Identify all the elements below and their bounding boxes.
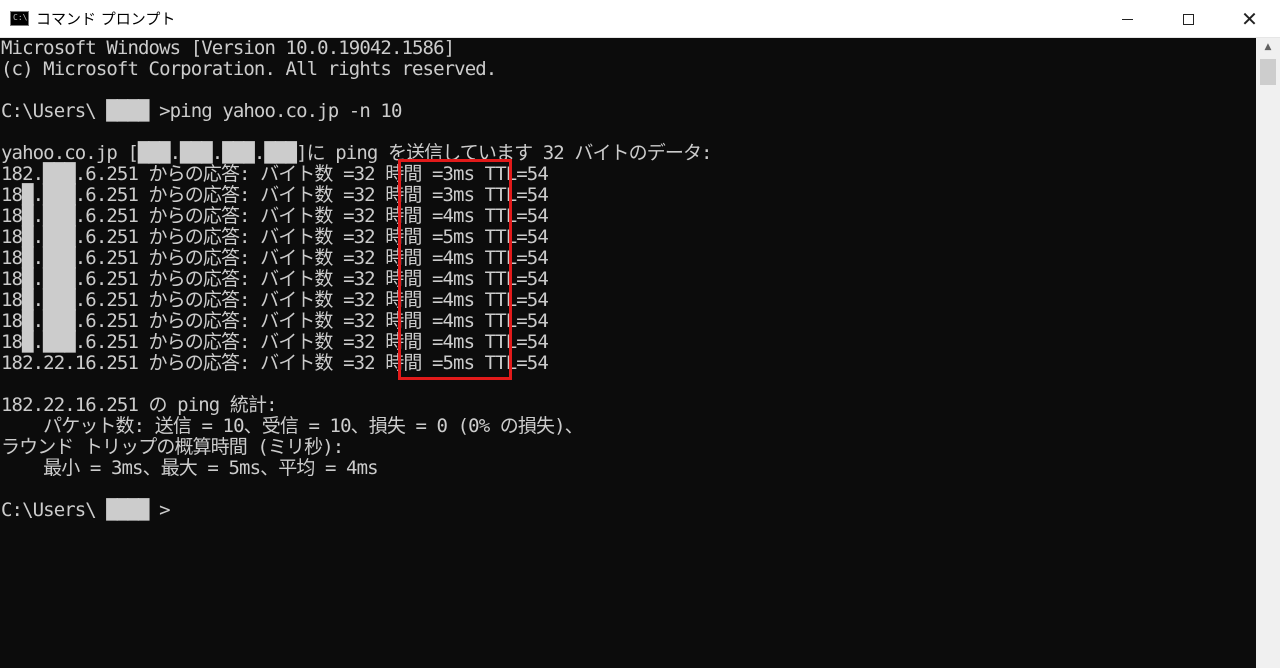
minimize-icon bbox=[1122, 18, 1133, 20]
maximize-icon bbox=[1183, 13, 1194, 25]
console-line: 最小 = 3ms、最大 = 5ms、平均 = 4ms bbox=[1, 457, 378, 479]
maximize-button[interactable] bbox=[1158, 0, 1219, 38]
console-line: Microsoft Windows [Version 10.0.19042.15… bbox=[1, 38, 455, 59]
console-line: C:\Users\ ████ > bbox=[1, 499, 171, 521]
cmd-icon-glyph: C:\ bbox=[13, 13, 28, 22]
console-line: (c) Microsoft Corporation. All rights re… bbox=[1, 58, 497, 80]
title-bar[interactable]: C:\ コマンド プロンプト ✕ bbox=[0, 0, 1280, 38]
vertical-scrollbar[interactable]: ▲ bbox=[1256, 38, 1280, 668]
console-line: 182.22.16.251 の ping 統計: bbox=[1, 394, 278, 416]
console-line: ラウンド トリップの概算時間 (ミリ秒): bbox=[1, 436, 344, 458]
cmd-icon: C:\ bbox=[10, 11, 29, 26]
scroll-up-arrow-icon[interactable]: ▲ bbox=[1256, 38, 1280, 56]
console-line: C:\Users\ ████ >ping yahoo.co.jp -n 10 bbox=[1, 100, 402, 122]
response-time-highlight-box bbox=[398, 159, 512, 380]
console-line: yahoo.co.jp [███.███.███.███]に ping を送信し… bbox=[1, 142, 712, 164]
minimize-button[interactable] bbox=[1097, 0, 1158, 38]
close-icon: ✕ bbox=[1241, 7, 1258, 31]
console-line: パケット数: 送信 = 10、受信 = 10、損失 = 0 (0% の損失)、 bbox=[1, 415, 583, 437]
console-output[interactable]: Microsoft Windows [Version 10.0.19042.15… bbox=[0, 38, 1256, 668]
close-button[interactable]: ✕ bbox=[1219, 0, 1280, 38]
scrollbar-thumb[interactable] bbox=[1260, 59, 1276, 85]
window-title: コマンド プロンプト bbox=[36, 10, 176, 28]
